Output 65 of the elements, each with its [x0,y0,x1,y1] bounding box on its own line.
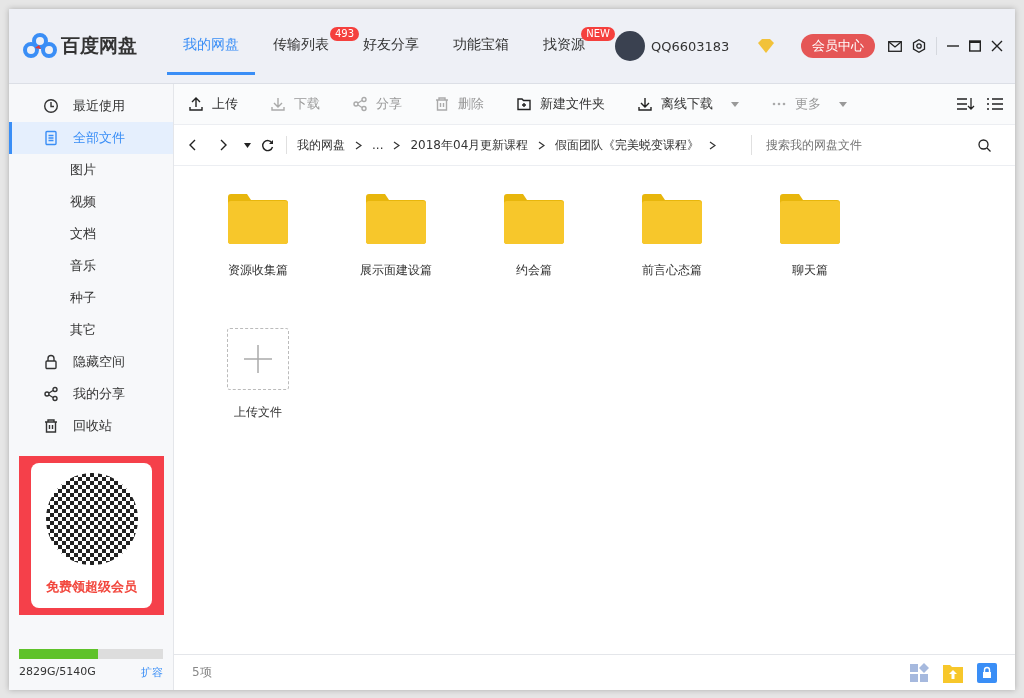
folder-name: 资源收集篇 [228,262,288,279]
breadcrumb-item[interactable]: ... [372,138,384,152]
promo-caption: 免费领超级会员 [46,578,137,596]
download-icon [270,96,286,112]
sidebar-item[interactable]: 音乐 [9,250,173,282]
folder-name: 聊天篇 [792,262,828,279]
sidebar-item[interactable]: 回收站 [9,410,173,442]
avatar[interactable] [615,31,645,61]
breadcrumb-item[interactable]: 假面团队《完美蜕变课程》 [555,136,700,154]
toolbar-button[interactable]: 新建文件夹 [516,95,605,113]
cloud-logo-icon [23,33,57,59]
notification-badge: 493 [329,27,359,41]
item-count: 5项 [192,664,212,681]
upload-icon [188,96,204,112]
share-icon [43,386,59,402]
toolbar-button[interactable]: 离线下载 [637,95,739,113]
forward-icon[interactable] [220,139,228,151]
sidebar-item[interactable]: 其它 [9,314,173,346]
folder-name: 约会篇 [516,262,552,279]
folder-name: 展示面建设篇 [360,262,432,279]
nav-tab[interactable]: 功能宝箱 [437,9,525,83]
sidebar-item[interactable]: 最近使用 [9,90,173,122]
document-icon [43,130,59,146]
settings-icon[interactable] [912,39,926,53]
list-view-icon[interactable] [987,97,1003,111]
clock-icon [43,98,59,114]
folder-plus-icon [516,96,532,112]
sidebar-item[interactable]: 文档 [9,218,173,250]
toolbar-button[interactable]: 上传 [188,95,238,113]
back-icon[interactable] [188,139,196,151]
trash-icon [43,418,59,434]
search-field[interactable]: 搜索我的网盘文件 [751,135,978,155]
trash-icon [434,96,450,112]
lock-icon[interactable] [977,662,997,683]
close-icon[interactable] [991,40,1003,52]
upload-label: 上传文件 [234,404,282,421]
search-icon[interactable] [978,138,991,152]
lock-icon [43,354,59,370]
sidebar-item[interactable]: 图片 [9,154,173,186]
user-name: QQ6603183 [651,38,730,54]
promo-banner[interactable]: 免费领超级会员 [19,456,164,615]
refresh-icon[interactable] [261,138,274,152]
download-icon [637,96,653,112]
sidebar-item[interactable]: 视频 [9,186,173,218]
breadcrumb-item[interactable]: 我的网盘 [297,136,345,154]
sidebar-item[interactable]: 我的分享 [9,378,173,410]
chevron-icon [393,140,401,150]
chevron-icon [355,140,362,150]
upload-tile[interactable] [227,328,289,390]
plus-icon [244,345,272,373]
chevron-icon [538,140,546,150]
sort-icon[interactable] [957,97,975,111]
storage-usage: 2829G/5140G [19,665,96,680]
mail-icon[interactable] [888,40,902,52]
caret-icon[interactable] [244,142,251,148]
maximize-icon[interactable] [969,40,981,52]
share-icon [352,96,368,112]
sidebar-item[interactable]: 隐藏空间 [9,346,173,378]
app-name: 百度网盘 [61,33,137,58]
chevron-icon [709,140,717,150]
vip-center-button[interactable]: 会员中心 [801,34,876,58]
diamond-icon [757,38,776,54]
folder-name: 前言心态篇 [642,262,702,279]
breadcrumb-item[interactable]: 2018年04月更新课程 [410,136,529,154]
sidebar-item[interactable]: 种子 [9,282,173,314]
